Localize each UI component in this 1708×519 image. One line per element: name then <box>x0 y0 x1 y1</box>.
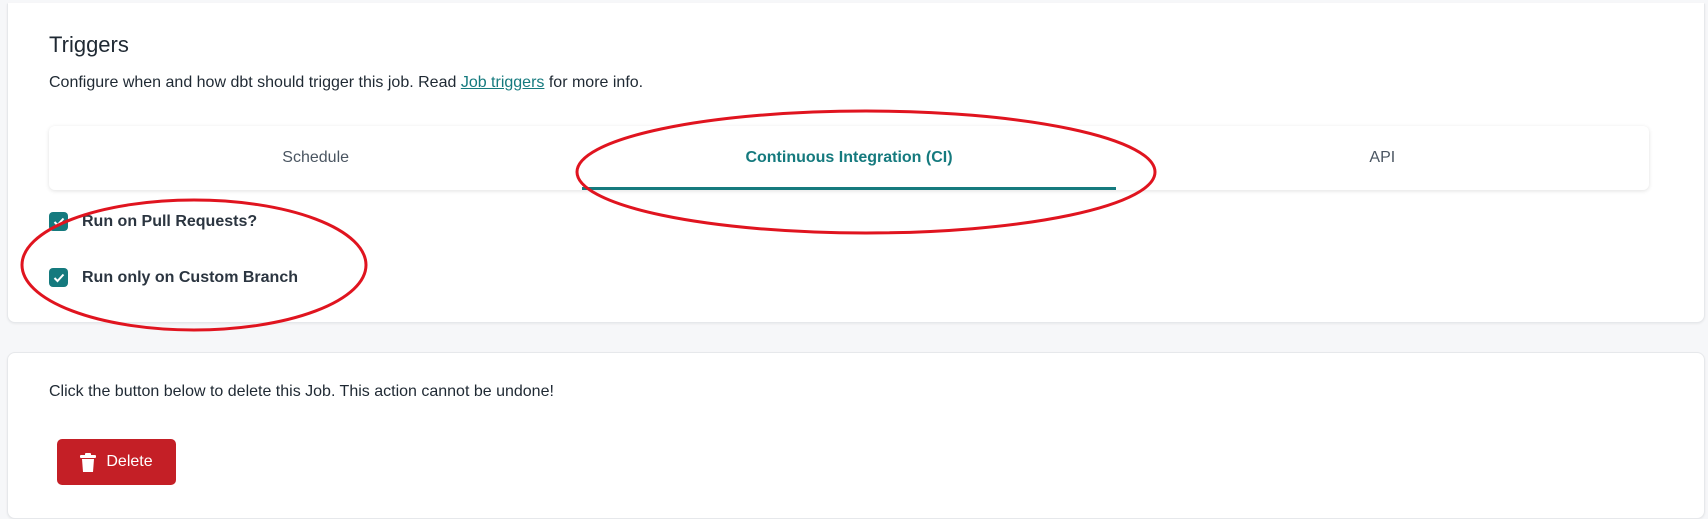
trigger-tabs: Schedule Continuous Integration (CI) API <box>49 126 1649 190</box>
tab-continuous-integration[interactable]: Continuous Integration (CI) <box>582 126 1116 190</box>
run-on-pull-requests-label: Run on Pull Requests? <box>82 212 258 230</box>
delete-button[interactable]: Delete <box>57 439 176 485</box>
tab-schedule[interactable]: Schedule <box>49 126 582 190</box>
job-triggers-link[interactable]: Job triggers <box>461 74 545 91</box>
run-on-pull-requests-option: Run on Pull Requests? <box>49 212 257 231</box>
run-only-custom-branch-option: Run only on Custom Branch <box>49 268 298 287</box>
delete-warning-text: Click the button below to delete this Jo… <box>49 383 554 400</box>
triggers-description: Configure when and how dbt should trigge… <box>49 74 643 92</box>
page-title: Triggers <box>49 32 129 57</box>
trash-icon <box>80 452 97 472</box>
delete-button-label: Delete <box>106 453 153 470</box>
description-suffix: for more info. <box>544 74 644 91</box>
tab-api[interactable]: API <box>1116 126 1649 190</box>
description-prefix: Configure when and how dbt should trigge… <box>49 74 461 91</box>
run-on-pull-requests-checkbox[interactable] <box>49 212 68 231</box>
run-only-custom-branch-label: Run only on Custom Branch <box>82 268 298 286</box>
delete-job-card <box>7 352 1705 519</box>
checkmark-icon <box>53 273 64 282</box>
checkmark-icon <box>53 217 64 226</box>
run-only-custom-branch-checkbox[interactable] <box>49 268 68 287</box>
